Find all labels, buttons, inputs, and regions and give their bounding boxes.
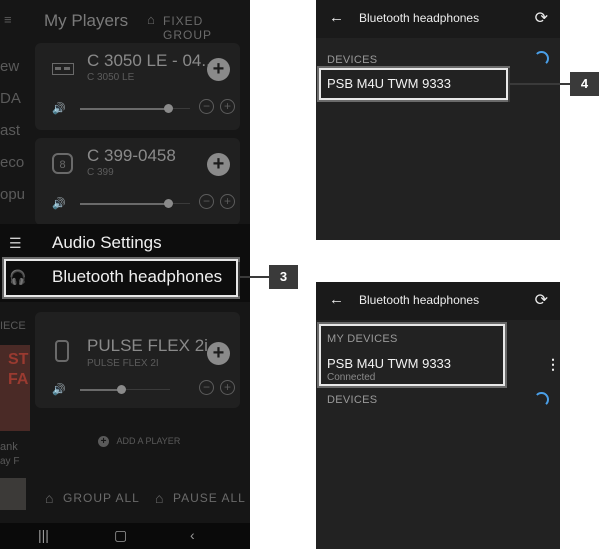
side-fragment: DA: [0, 90, 21, 107]
loading-spinner: [534, 392, 549, 407]
screen-title: Bluetooth headphones: [359, 11, 480, 25]
app-bar: ← Bluetooth headphones ⟳: [316, 282, 560, 320]
side-fragment: IECE: [0, 320, 26, 332]
highlight-box: [317, 322, 507, 388]
refresh-icon[interactable]: ⟳: [535, 8, 548, 28]
player-model: C 3050 LE: [87, 72, 135, 83]
highlight-box: [2, 257, 240, 299]
menu-item-audio-settings[interactable]: ☰ Audio Settings: [0, 230, 250, 260]
volume-slider-rest: [120, 389, 170, 390]
player-name: PULSE FLEX 2i ...: [87, 336, 227, 355]
side-fragment: ank: [0, 441, 18, 453]
amplifier-icon: 8: [52, 153, 73, 174]
refresh-icon[interactable]: ⟳: [535, 290, 548, 310]
album-art-text: ST: [8, 351, 29, 368]
volume-down-button[interactable]: −: [199, 194, 214, 209]
more-options-icon[interactable]: ⋮: [546, 356, 560, 373]
menu-icon[interactable]: ≡: [4, 12, 12, 27]
player-card[interactable]: PULSE FLEX 2i ... PULSE FLEX 2I + 🔊 − +: [35, 312, 240, 408]
volume-up-button[interactable]: +: [220, 380, 235, 395]
album-art: ST FA: [0, 345, 30, 431]
screen-title: Bluetooth headphones: [359, 293, 480, 307]
left-phone-screen: ≡ My Players ⌂ FIXED GROUP ew DA ast eco…: [0, 0, 250, 549]
speaker-icon: [55, 340, 69, 362]
loading-spinner: [534, 51, 549, 66]
volume-slider-knob[interactable]: [117, 385, 126, 394]
side-fragment: eco: [0, 154, 25, 171]
equalizer-icon: ☰: [9, 235, 22, 251]
side-fragment: ay F: [0, 456, 20, 467]
volume-slider[interactable]: [80, 108, 170, 110]
back-arrow-icon[interactable]: ←: [329, 291, 344, 308]
add-to-group-button[interactable]: +: [207, 153, 230, 176]
pause-all-icon: ⌂: [155, 490, 165, 506]
back-icon[interactable]: ‹: [190, 527, 195, 543]
fixed-group-button[interactable]: FIXED GROUP: [163, 14, 250, 42]
volume-slider[interactable]: [80, 203, 170, 205]
page-title: My Players: [44, 11, 129, 30]
recents-icon[interactable]: |||: [38, 527, 49, 543]
menu-item-label: Audio Settings: [52, 233, 162, 252]
callout-badge: 4: [570, 72, 599, 96]
volume-down-button[interactable]: −: [199, 99, 214, 114]
system-nav-bar: ||| ▢ ‹: [0, 523, 250, 549]
volume-slider-knob[interactable]: [164, 199, 173, 208]
pause-all-button[interactable]: PAUSE ALL: [173, 491, 246, 505]
bluetooth-screen-bottom: ← Bluetooth headphones ⟳ MY DEVICES PSB …: [316, 282, 560, 549]
volume-slider-rest: [170, 203, 190, 204]
add-to-group-button[interactable]: +: [207, 58, 230, 81]
player-card[interactable]: 8 C 399-0458 C 399 + 🔊 − +: [35, 138, 240, 225]
callout-connector: [238, 276, 270, 278]
highlight-box: [317, 66, 510, 102]
player-name: C 3050 LE - 04...: [87, 51, 216, 70]
side-fragment: ew: [0, 58, 20, 75]
volume-icon: 🔊: [52, 384, 66, 396]
volume-icon: 🔊: [52, 103, 66, 115]
add-player-label: ADD A PLAYER: [116, 436, 181, 446]
player-model: C 399: [87, 167, 114, 178]
volume-slider[interactable]: [80, 389, 120, 391]
player-name: C 399-0458: [87, 146, 176, 165]
add-icon: +: [98, 436, 109, 447]
volume-down-button[interactable]: −: [199, 380, 214, 395]
app-bar: ← Bluetooth headphones ⟳: [316, 0, 560, 38]
section-header-devices: DEVICES: [327, 394, 378, 406]
volume-up-button[interactable]: +: [220, 99, 235, 114]
fixed-group-icon[interactable]: ⌂: [147, 12, 155, 27]
back-arrow-icon[interactable]: ←: [329, 9, 344, 26]
callout-connector: [508, 83, 570, 85]
receiver-icon: [52, 63, 74, 75]
volume-slider-knob[interactable]: [164, 104, 173, 113]
album-art-text: FA: [8, 371, 29, 388]
group-all-icon: ⌂: [45, 490, 55, 506]
bluetooth-screen-top: ← Bluetooth headphones ⟳ DEVICES PSB M4U…: [316, 0, 560, 240]
side-fragment: ast: [0, 122, 21, 139]
volume-up-button[interactable]: +: [220, 194, 235, 209]
section-header-devices: DEVICES: [327, 54, 378, 66]
player-card[interactable]: C 3050 LE - 04... C 3050 LE + 🔊 − +: [35, 43, 240, 130]
add-to-group-button[interactable]: +: [207, 342, 230, 365]
player-model: PULSE FLEX 2I: [87, 358, 159, 369]
group-all-button[interactable]: GROUP ALL: [63, 491, 140, 505]
callout-connector: [238, 262, 240, 296]
side-fragment: opu: [0, 186, 26, 203]
add-player-button[interactable]: + ADD A PLAYER: [98, 431, 180, 449]
thumbnail: [0, 478, 26, 510]
callout-connector: [508, 68, 510, 102]
volume-icon: 🔊: [52, 198, 66, 210]
volume-slider-rest: [170, 108, 190, 109]
callout-badge: 3: [269, 265, 298, 289]
home-icon[interactable]: ▢: [114, 527, 127, 544]
